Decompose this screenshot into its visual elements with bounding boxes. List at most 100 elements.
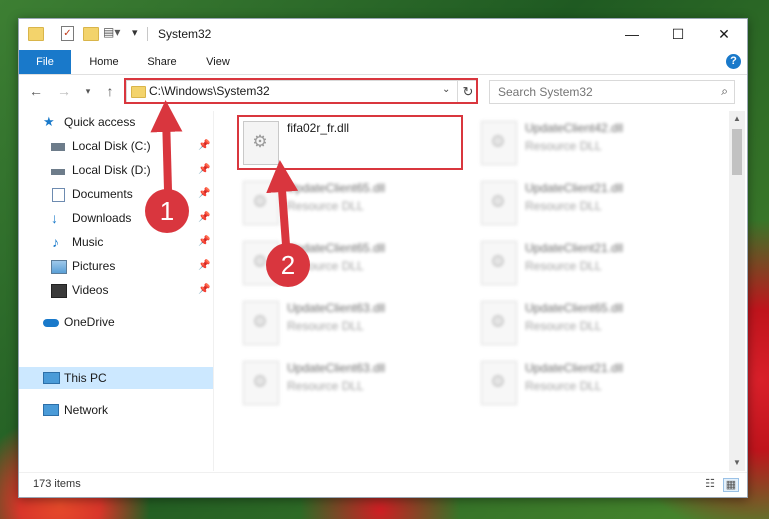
nav-label: Local Disk (C:) bbox=[72, 139, 151, 153]
pc-icon bbox=[43, 372, 60, 384]
nav-item-music[interactable]: ♪ Music 📌 bbox=[19, 231, 213, 253]
file-description: Resource DLL bbox=[525, 139, 602, 153]
search-icon[interactable]: ⌕ bbox=[721, 84, 728, 99]
pin-icon[interactable]: 📌 bbox=[198, 207, 210, 229]
maximize-button[interactable]: ☐ bbox=[655, 19, 701, 49]
nav-label: Music bbox=[72, 235, 104, 249]
pin-icon[interactable]: 📌 bbox=[198, 255, 210, 277]
step-badge-2: 2 bbox=[266, 243, 310, 287]
pin-icon[interactable]: 📌 bbox=[198, 159, 210, 181]
dll-file-icon: ⚙ bbox=[481, 361, 517, 405]
customize-qat-icon[interactable]: ▤▾ bbox=[103, 25, 120, 39]
status-bar: 173 items ☷ ▦ bbox=[19, 472, 747, 497]
file-tile[interactable]: ⚙ UpdateClient21.dll Resource DLL bbox=[475, 357, 705, 413]
step-badge-1: 1 bbox=[145, 189, 189, 233]
file-name: UpdateClient65.dll bbox=[525, 301, 624, 315]
nav-item-this-pc[interactable]: This PC bbox=[19, 367, 213, 389]
recent-locations-icon[interactable]: ▾ bbox=[79, 82, 97, 100]
pin-icon[interactable]: 📌 bbox=[198, 279, 210, 301]
tab-view[interactable]: View bbox=[193, 50, 243, 74]
file-highlight bbox=[237, 115, 463, 170]
onedrive-icon bbox=[43, 319, 59, 327]
dll-file-icon: ⚙ bbox=[481, 181, 517, 225]
file-description: Resource DLL bbox=[525, 379, 602, 393]
divider bbox=[147, 27, 148, 41]
videos-icon bbox=[51, 284, 67, 298]
pin-icon[interactable]: 📌 bbox=[198, 231, 210, 253]
help-icon[interactable]: ? bbox=[726, 54, 741, 69]
vertical-scrollbar[interactable]: ▲ ▼ bbox=[729, 111, 745, 471]
documents-icon bbox=[52, 188, 65, 202]
search-box[interactable]: ⌕ bbox=[489, 80, 735, 104]
tab-share[interactable]: Share bbox=[137, 50, 187, 74]
file-description: Resource DLL bbox=[525, 259, 602, 273]
file-description: Resource DLL bbox=[525, 319, 602, 333]
file-name: UpdateClient21.dll bbox=[525, 241, 624, 255]
title-bar: ✓ ▤▾ ▾ System32 — ☐ ✕ bbox=[19, 19, 747, 49]
gear-icon: ⚙ bbox=[490, 132, 506, 151]
folder-icon bbox=[28, 27, 44, 41]
large-icons-view-icon[interactable]: ▦ bbox=[723, 478, 739, 492]
music-icon: ♪ bbox=[52, 234, 59, 250]
nav-item-quick-access[interactable]: ★ Quick access bbox=[19, 111, 213, 133]
nav-item-onedrive[interactable]: OneDrive bbox=[19, 311, 213, 333]
star-icon: ★ bbox=[43, 114, 55, 129]
file-tile[interactable]: ⚙ UpdateClient63.dll Resource DLL bbox=[237, 357, 467, 413]
nav-item-local-disk-d[interactable]: Local Disk (D:) 📌 bbox=[19, 159, 213, 181]
drive-icon bbox=[51, 169, 65, 175]
file-description: Resource DLL bbox=[287, 199, 364, 213]
nav-label: OneDrive bbox=[64, 315, 115, 329]
details-view-icon[interactable]: ☷ bbox=[703, 478, 717, 490]
nav-item-videos[interactable]: Videos 📌 bbox=[19, 279, 213, 301]
nav-item-network[interactable]: Network bbox=[19, 399, 213, 421]
nav-label: This PC bbox=[64, 371, 107, 385]
properties-icon[interactable]: ✓ bbox=[61, 26, 74, 41]
gear-icon: ⚙ bbox=[490, 312, 506, 331]
file-tile[interactable]: ⚙ UpdateClient65.dll Resource DLL bbox=[237, 177, 467, 233]
file-tile[interactable]: ⚙ UpdateClient21.dll Resource DLL bbox=[475, 237, 705, 293]
downloads-icon: ↓ bbox=[51, 210, 58, 226]
search-input[interactable] bbox=[496, 83, 710, 101]
navigation-pane: ★ Quick access Local Disk (C:) 📌 Local D… bbox=[19, 111, 213, 471]
close-button[interactable]: ✕ bbox=[701, 19, 747, 49]
up-arrow-icon[interactable]: ↑ bbox=[101, 82, 119, 100]
explorer-window: ✓ ▤▾ ▾ System32 — ☐ ✕ File Home Share Vi… bbox=[18, 18, 748, 498]
file-name: UpdateClient63.dll bbox=[287, 301, 386, 315]
dll-file-icon: ⚙ bbox=[481, 301, 517, 345]
new-folder-icon[interactable] bbox=[83, 27, 99, 41]
dll-file-icon: ⚙ bbox=[481, 121, 517, 165]
scroll-up-icon[interactable]: ▲ bbox=[729, 111, 745, 127]
pictures-icon bbox=[51, 260, 67, 274]
gear-icon: ⚙ bbox=[252, 372, 268, 391]
pin-icon[interactable]: 📌 bbox=[198, 135, 210, 157]
file-name: UpdateClient21.dll bbox=[525, 361, 624, 375]
tab-home[interactable]: Home bbox=[79, 50, 129, 74]
file-tile[interactable]: ⚙ UpdateClient63.dll Resource DLL bbox=[237, 297, 467, 353]
nav-label: Local Disk (D:) bbox=[72, 163, 151, 177]
pin-icon[interactable]: 📌 bbox=[198, 183, 210, 205]
forward-arrow-icon[interactable]: → bbox=[55, 82, 73, 100]
dll-file-icon: ⚙ bbox=[481, 241, 517, 285]
file-tile[interactable]: ⚙ UpdateClient65.dll Resource DLL bbox=[475, 297, 705, 353]
nav-item-local-disk-c[interactable]: Local Disk (C:) 📌 bbox=[19, 135, 213, 157]
file-tile[interactable]: ⚙ UpdateClient42.dll Resource DLL bbox=[475, 117, 705, 173]
scrollbar-thumb[interactable] bbox=[732, 129, 742, 175]
file-description: Resource DLL bbox=[525, 199, 602, 213]
tab-file[interactable]: File bbox=[19, 50, 71, 74]
file-description: Resource DLL bbox=[287, 379, 364, 393]
nav-label: Network bbox=[64, 403, 109, 417]
file-name: UpdateClient63.dll bbox=[287, 361, 386, 375]
nav-item-pictures[interactable]: Pictures 📌 bbox=[19, 255, 213, 277]
gear-icon: ⚙ bbox=[252, 312, 268, 331]
address-highlight bbox=[124, 78, 478, 104]
network-icon bbox=[43, 404, 59, 416]
back-arrow-icon[interactable]: ← bbox=[27, 82, 45, 100]
nav-label: Pictures bbox=[72, 259, 116, 273]
dll-file-icon: ⚙ bbox=[243, 361, 279, 405]
dll-file-icon: ⚙ bbox=[243, 301, 279, 345]
file-tile[interactable]: ⚙ UpdateClient21.dll Resource DLL bbox=[475, 177, 705, 233]
minimize-button[interactable]: — bbox=[609, 19, 655, 49]
qat-dropdown-icon[interactable]: ▾ bbox=[132, 26, 138, 39]
nav-label: Videos bbox=[72, 283, 109, 297]
scroll-down-icon[interactable]: ▼ bbox=[729, 455, 745, 471]
